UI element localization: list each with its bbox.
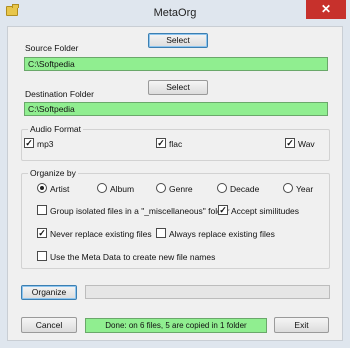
source-select-button[interactable]: Select bbox=[148, 33, 208, 48]
accept-similitudes-label: Accept similitudes bbox=[231, 206, 300, 216]
group-misc-label: Group isolated files in a "_miscellaneou… bbox=[50, 206, 230, 216]
genre-label: Genre bbox=[169, 184, 193, 194]
album-label: Album bbox=[110, 184, 135, 194]
audio-format-title: Audio Format bbox=[28, 124, 84, 134]
decade-label: Decade bbox=[230, 184, 260, 194]
window-title: MetaOrg bbox=[153, 7, 197, 19]
never-replace-checkbox[interactable]: ✓ bbox=[37, 228, 47, 238]
album-radio[interactable] bbox=[97, 183, 107, 193]
exit-button[interactable]: Exit bbox=[274, 317, 329, 333]
always-replace-checkbox[interactable] bbox=[156, 228, 166, 238]
year-radio[interactable] bbox=[283, 183, 293, 193]
organize-by-title: Organize by bbox=[28, 168, 78, 178]
wav-label: Wav bbox=[298, 139, 315, 149]
client-area: Source Folder Select C:\Softpedia Destin… bbox=[7, 26, 343, 341]
always-replace-label: Always replace existing files bbox=[169, 229, 275, 239]
close-button[interactable]: ✕ bbox=[306, 0, 346, 19]
mp3-checkbox[interactable]: ✓ bbox=[24, 138, 34, 148]
year-label: Year bbox=[296, 184, 314, 194]
mp3-label: mp3 bbox=[37, 139, 54, 149]
accept-similitudes-checkbox[interactable]: ✓ bbox=[218, 205, 228, 215]
artist-radio[interactable] bbox=[37, 183, 47, 193]
source-folder-label: Source Folder bbox=[25, 43, 79, 53]
destination-select-button[interactable]: Select bbox=[148, 80, 208, 95]
source-path-field[interactable]: C:\Softpedia bbox=[24, 57, 328, 71]
use-meta-label: Use the Meta Data to create new file nam… bbox=[50, 252, 216, 262]
destination-folder-label: Destination Folder bbox=[25, 89, 94, 99]
never-replace-label: Never replace existing files bbox=[50, 229, 152, 239]
wav-checkbox[interactable]: ✓ bbox=[285, 138, 295, 148]
progress-bar bbox=[85, 285, 330, 299]
genre-radio[interactable] bbox=[156, 183, 166, 193]
title-bar: MetaOrg ✕ bbox=[0, 0, 350, 26]
group-misc-checkbox[interactable] bbox=[37, 205, 47, 215]
artist-label: Artist bbox=[50, 184, 70, 194]
flac-label: flac bbox=[169, 139, 183, 149]
destination-path-field[interactable]: C:\Softpedia bbox=[24, 102, 328, 116]
decade-radio[interactable] bbox=[217, 183, 227, 193]
flac-checkbox[interactable]: ✓ bbox=[156, 138, 166, 148]
use-meta-checkbox[interactable] bbox=[37, 251, 47, 261]
status-message: Done: on 6 files, 5 are copied in 1 fold… bbox=[85, 318, 267, 333]
organize-button[interactable]: Organize bbox=[21, 285, 77, 300]
cancel-button[interactable]: Cancel bbox=[21, 317, 77, 333]
